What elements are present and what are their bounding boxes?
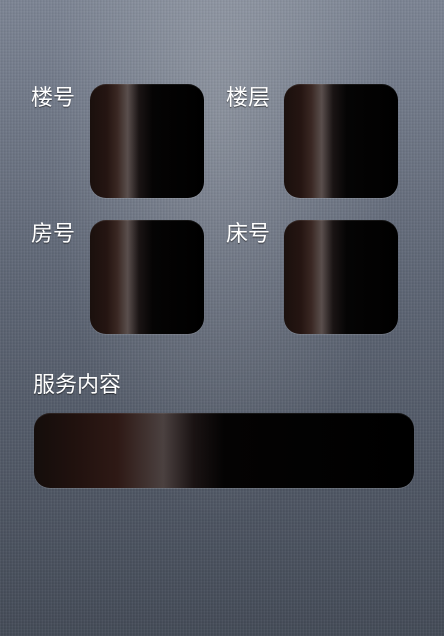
screen: 楼号 楼层 房号 床号 服务内容 [0,0,444,636]
room-input[interactable] [90,220,204,334]
floor-input[interactable] [284,84,398,198]
floor-label: 楼层 [226,86,271,111]
service-label: 服务内容 [33,373,122,398]
service-input[interactable] [34,413,414,488]
bed-input[interactable] [284,220,398,334]
building-label: 楼号 [31,86,76,111]
building-input[interactable] [90,84,204,198]
room-label: 房号 [31,222,76,247]
bed-label: 床号 [226,222,271,247]
